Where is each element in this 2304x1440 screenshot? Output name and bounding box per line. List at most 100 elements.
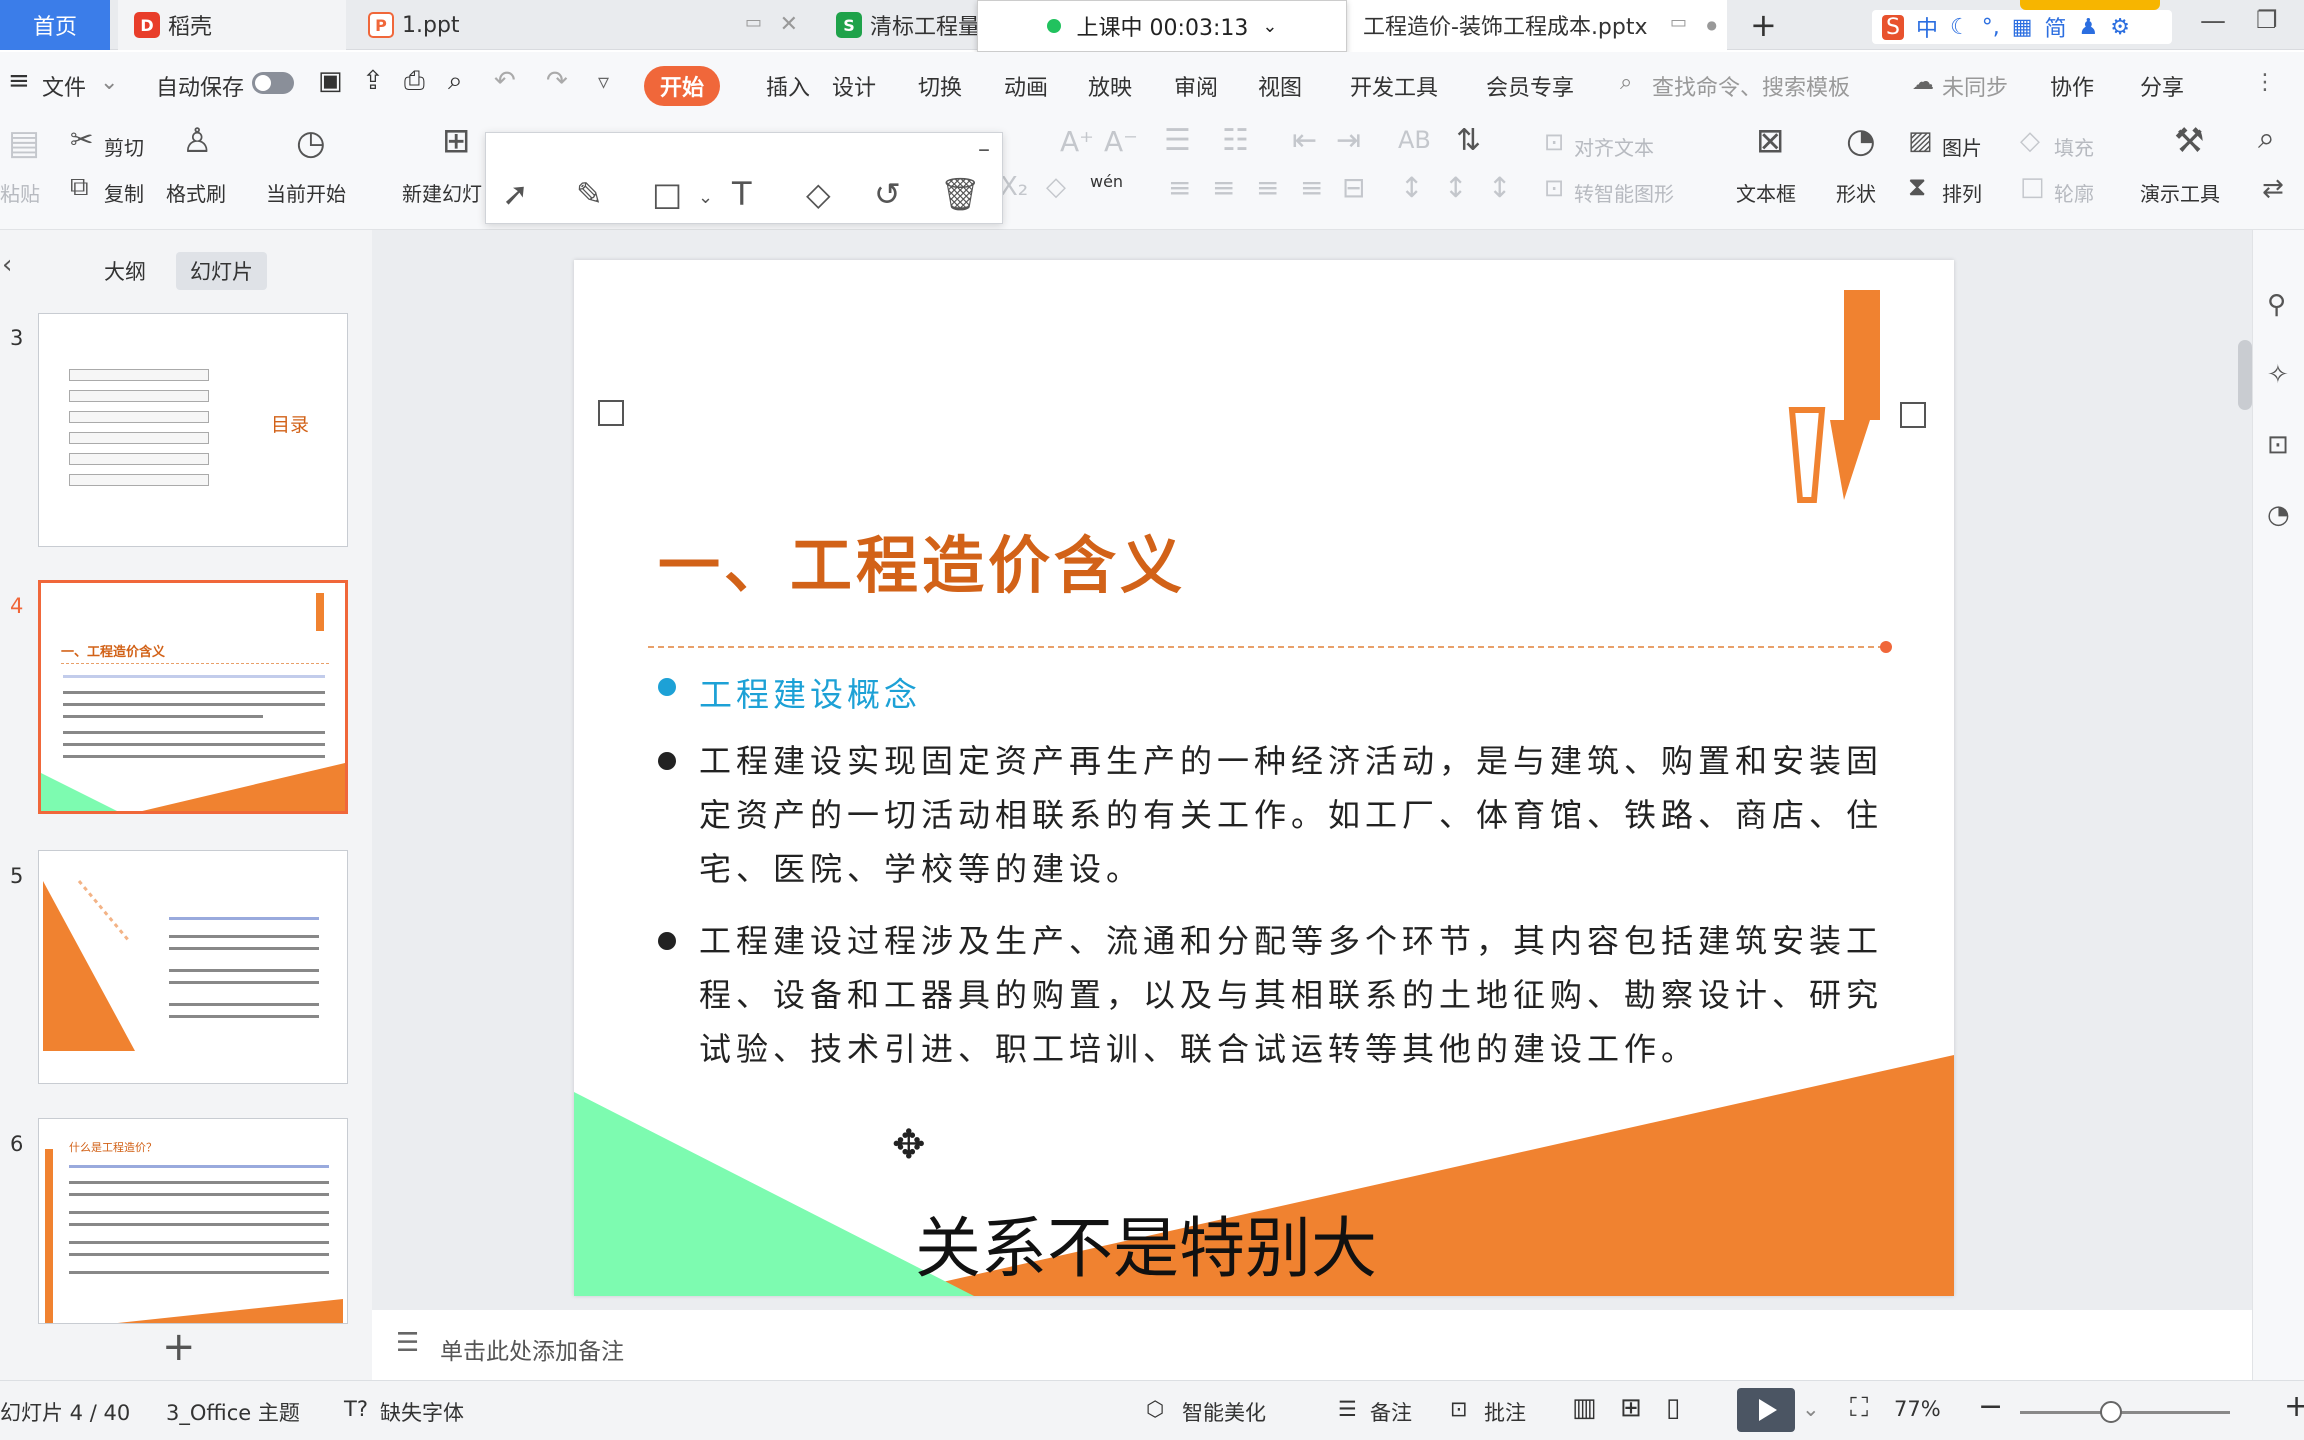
menu-design[interactable]: 设计 [832, 70, 876, 102]
indent-increase-icon[interactable]: ⇥ [1336, 126, 1361, 156]
fit-window-icon[interactable]: ⛶ [1850, 1393, 1868, 1424]
cut-button[interactable]: 剪切 [104, 132, 144, 161]
slide-canvas[interactable]: 一、工程造价含义 工程建设概念 工程建设实现固定资产再生产的一种经济活动，是与建… [574, 260, 1954, 1296]
tab-popout-icon[interactable]: ▭ [1670, 12, 1687, 33]
paragraph-1[interactable]: 工程建设实现固定资产再生产的一种经济活动，是与建筑、购置和安装固定资产的一切活动… [699, 734, 1914, 896]
copy-icon[interactable]: ⧉ [70, 174, 89, 200]
sort-icon[interactable]: ⇅ [1456, 126, 1481, 156]
outline-button[interactable]: 轮廓 [2054, 178, 2094, 207]
chevron-down-icon[interactable]: ⌄ [1802, 1397, 1820, 1421]
print-icon[interactable]: ⎙ [404, 66, 425, 97]
menu-slideshow[interactable]: 放映 [1088, 70, 1132, 102]
textbox-icon[interactable]: ⊠ [1756, 124, 1785, 158]
slide-thumbnail-4[interactable]: 一、工程造价含义 [38, 580, 348, 814]
paste-button[interactable]: 粘贴 [0, 178, 40, 207]
tab-cost[interactable]: 工程造价-装饰工程成本.pptx ▭ ● [1347, 0, 1727, 50]
align-center-icon[interactable]: ≡ [1212, 174, 1235, 202]
ime-toolbar[interactable]: S 中 ☾ °, ▦ 简 ♟ ⚙ [1872, 10, 2172, 44]
preview-icon[interactable]: ⌕ [448, 66, 463, 97]
menu-view[interactable]: 视图 [1258, 70, 1302, 102]
shape-button[interactable]: 形状 [1836, 178, 1876, 207]
search-input[interactable]: 查找命令、搜索模板 [1652, 70, 1850, 102]
menu-start[interactable]: 开始 [644, 66, 720, 106]
present-tools-button[interactable]: 演示工具 [2140, 178, 2220, 207]
align-text-button[interactable]: 对齐文本 [1574, 132, 1654, 161]
shape-icon[interactable]: ◔ [1846, 124, 1876, 158]
collapse-panel-icon[interactable]: ‹ [2, 250, 12, 280]
resize-handle-icon[interactable] [598, 400, 624, 426]
comment-button[interactable]: 批注 [1484, 1397, 1526, 1427]
para-spacing-icon[interactable]: ↕ [1444, 174, 1467, 202]
menu-insert[interactable]: 插入 [766, 70, 810, 102]
chevron-down-icon[interactable]: ⌄ [100, 70, 118, 95]
from-current-button[interactable]: 当前开始 [266, 178, 346, 207]
properties-icon[interactable]: ⚲ [2267, 290, 2286, 320]
font-grow-icon[interactable]: A⁺ [1060, 128, 1094, 156]
replace-icon[interactable]: ⇄ [2262, 176, 2284, 202]
transition-icon[interactable]: ⊡ [2267, 430, 2289, 460]
zoom-in-button[interactable]: + [2284, 1389, 2304, 1424]
collapse-toolbar-icon[interactable]: – [978, 135, 990, 163]
recording-indicator[interactable]: 上课中 00:03:13 ⌄ [977, 0, 1347, 52]
beautify-button[interactable]: 智能美化 [1182, 1397, 1266, 1427]
menu-member[interactable]: 会员专享 [1486, 70, 1574, 102]
theme-name[interactable]: 3_Office 主题 [166, 1397, 300, 1427]
tab-docer[interactable]: D 稻壳 [118, 0, 346, 50]
trash-icon[interactable]: 🗑 [940, 175, 981, 213]
minimize-button[interactable]: — [2200, 6, 2226, 36]
find-icon[interactable]: ⌕ [2258, 124, 2275, 154]
menu-switch[interactable]: 切换 [918, 70, 962, 102]
distribute-icon[interactable]: ⊟ [1342, 174, 1365, 202]
present-tools-icon[interactable]: ⚒ [2174, 124, 2204, 158]
fill-button[interactable]: 填充 [2054, 132, 2094, 161]
slide-thumbnail-3[interactable]: 目录 [38, 313, 348, 547]
zoom-out-button[interactable]: − [1978, 1389, 2003, 1424]
more-icon[interactable]: ▿ [598, 70, 609, 95]
redo-icon[interactable]: ↷ [546, 66, 568, 96]
phonetic-icon[interactable]: wén [1090, 172, 1123, 191]
align-left-icon[interactable]: ≡ [1168, 174, 1191, 202]
zoom-slider-handle[interactable] [2100, 1401, 2122, 1423]
sync-status[interactable]: 未同步 [1942, 70, 2008, 102]
textbox-button[interactable]: 文本框 [1736, 178, 1796, 207]
autosave-toggle[interactable] [252, 72, 294, 94]
add-slide-button[interactable]: + [162, 1324, 196, 1370]
save-icon[interactable]: ▣ [318, 66, 343, 96]
undo-icon[interactable]: ↺ [874, 175, 901, 213]
close-icon[interactable]: ✕ [780, 12, 798, 37]
column-icon[interactable]: ↕ [1488, 174, 1511, 202]
concept-heading[interactable]: 工程建设概念 [699, 668, 921, 716]
menu-file[interactable]: 文件 [42, 70, 86, 102]
more-menu-icon[interactable]: ⋮ [2254, 70, 2276, 95]
tab-ppt1[interactable]: P 1.ppt ▭ ✕ [352, 0, 812, 50]
restore-button[interactable]: ❐ [2256, 6, 2278, 34]
scissors-icon[interactable]: ✂ [70, 126, 93, 154]
slide-title[interactable]: 一、工程造价含义 [658, 515, 1186, 605]
collab-button[interactable]: 协作 [2050, 70, 2094, 102]
text-tool-icon[interactable]: T [732, 175, 752, 213]
help-icon[interactable]: ◔ [2267, 500, 2290, 530]
smart-shape-button[interactable]: 转智能图形 [1574, 178, 1674, 207]
hamburger-icon[interactable]: ≡ [8, 66, 30, 96]
menu-devtools[interactable]: 开发工具 [1350, 70, 1438, 102]
play-slideshow-button[interactable] [1737, 1388, 1795, 1432]
menu-review[interactable]: 审阅 [1174, 70, 1218, 102]
notes-area[interactable]: ☰ 单击此处添加备注 [372, 1310, 2252, 1380]
subscript-icon[interactable]: X₂ [1000, 174, 1028, 200]
undo-icon[interactable]: ↶ [494, 66, 516, 96]
font-shrink-icon[interactable]: A⁻ [1104, 128, 1138, 156]
menu-animation[interactable]: 动画 [1004, 70, 1048, 102]
share-button[interactable]: 分享 [2140, 70, 2184, 102]
align-right-icon[interactable]: ≡ [1256, 174, 1279, 202]
resize-handle-icon[interactable] [1900, 402, 1926, 428]
numbering-icon[interactable]: ☷ [1222, 126, 1249, 156]
justify-icon[interactable]: ≡ [1300, 174, 1323, 202]
line-spacing-icon[interactable]: ↕ [1400, 174, 1423, 202]
zoom-level[interactable]: 77% [1894, 1397, 1941, 1421]
eraser-icon[interactable]: ◇ [806, 175, 831, 213]
canvas-scrollbar[interactable] [2238, 340, 2252, 410]
text-direction-icon[interactable]: AB [1398, 128, 1431, 152]
sorter-view-icon[interactable]: ⊞ [1620, 1393, 1642, 1423]
bullets-icon[interactable]: ☰ [1164, 126, 1191, 156]
tab-home[interactable]: 首页 [0, 0, 110, 50]
